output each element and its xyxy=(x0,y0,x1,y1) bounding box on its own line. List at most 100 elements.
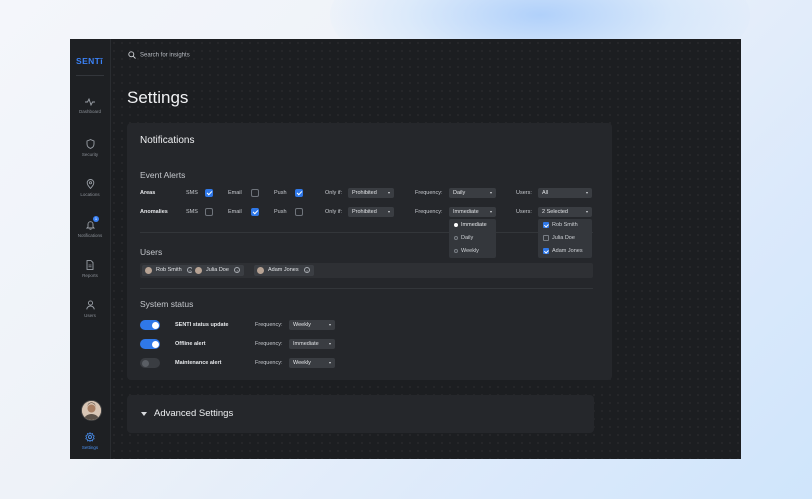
avatar xyxy=(257,267,264,274)
sidebar-item-label: Users xyxy=(84,313,96,318)
status-update-frequency-dropdown[interactable]: Weekly xyxy=(289,320,335,330)
areas-users-dropdown[interactable]: All xyxy=(538,188,592,198)
sidebar-item-security[interactable]: Security xyxy=(70,139,110,157)
frequency-label: Frequency: xyxy=(415,190,443,196)
row-label-areas: Areas xyxy=(140,190,156,196)
anomalies-only-if-dropdown[interactable]: Prohibited xyxy=(348,207,394,217)
card-title: Notifications xyxy=(140,135,195,146)
dropdown-value: 2 Selected xyxy=(542,209,568,215)
notification-badge: 1 xyxy=(93,216,99,222)
sidebar-item-label: Settings xyxy=(81,445,99,450)
chip-label: Adam Jones xyxy=(268,267,299,273)
location-pin-icon xyxy=(86,179,94,189)
only-if-label: Only if: xyxy=(325,190,343,196)
user-avatar[interactable] xyxy=(81,400,102,421)
dropdown-value: Prohibited xyxy=(352,190,377,196)
sidebar-item-label: Reports xyxy=(82,273,98,278)
status-update-toggle[interactable] xyxy=(140,320,160,330)
areas-only-if-dropdown[interactable]: Prohibited xyxy=(348,188,394,198)
sidebar-item-notifications[interactable]: 1 Notifications xyxy=(70,216,110,238)
menu-item-weekly[interactable]: Weekly xyxy=(449,245,496,258)
sidebar-item-dashboard[interactable]: Dashboard xyxy=(70,98,110,114)
anomalies-sms-checkbox[interactable] xyxy=(205,208,213,216)
avatar xyxy=(145,267,152,274)
bell-icon xyxy=(85,221,95,230)
toggle-knob xyxy=(151,321,159,329)
users-chip-bar[interactable]: Rob Smith × Julia Doe × Adam Jones × xyxy=(140,263,593,278)
areas-push-checkbox[interactable] xyxy=(295,189,303,197)
only-if-label: Only if: xyxy=(325,209,343,215)
sidebar-item-label: Dashboard xyxy=(78,109,101,114)
frequency-label: Frequency: xyxy=(255,341,283,347)
menu-item-immediate[interactable]: Immediate xyxy=(449,219,496,232)
maintenance-alert-frequency-dropdown[interactable]: Weekly xyxy=(289,358,335,368)
dropdown-value: Weekly xyxy=(293,360,311,366)
remove-icon[interactable]: × xyxy=(234,266,241,273)
push-label: Push xyxy=(274,190,287,196)
chevron-down-icon xyxy=(586,192,588,194)
remove-icon[interactable]: × xyxy=(304,266,311,273)
sidebar-item-label: Security xyxy=(81,152,99,157)
maintenance-alert-toggle[interactable] xyxy=(140,358,160,368)
logo-divider xyxy=(76,75,104,76)
frequency-menu: Immediate Daily Weekly xyxy=(449,219,496,258)
chevron-down-icon xyxy=(329,362,331,364)
chevron-up-icon xyxy=(586,211,588,213)
chevron-up-icon xyxy=(490,211,492,213)
radio-selected-icon xyxy=(454,222,458,227)
chevron-down-icon xyxy=(141,412,147,416)
gear-icon xyxy=(85,432,95,442)
menu-item-label: Julia Doe xyxy=(552,235,575,241)
chevron-down-icon xyxy=(388,211,390,213)
checkbox-checked-icon xyxy=(543,221,549,228)
system-status-heading: System status xyxy=(140,299,194,309)
menu-item-rob-smith[interactable]: Rob Smith xyxy=(538,219,592,232)
menu-item-daily[interactable]: Daily xyxy=(449,232,496,245)
search-input[interactable]: Search for insights xyxy=(140,53,190,59)
anomalies-frequency-dropdown[interactable]: Immediate xyxy=(449,207,496,217)
user-chip: Julia Doe × xyxy=(192,265,245,276)
sidebar-item-settings[interactable]: Settings xyxy=(70,432,110,450)
divider xyxy=(140,288,593,289)
areas-frequency-dropdown[interactable]: Daily xyxy=(449,188,496,198)
offline-alert-frequency-dropdown[interactable]: Immediate xyxy=(289,339,335,349)
dropdown-value: Weekly xyxy=(293,322,311,328)
checkbox-checked-icon xyxy=(543,247,549,254)
search-icon xyxy=(128,51,136,59)
dropdown-value: Immediate xyxy=(453,209,479,215)
menu-item-julia-doe[interactable]: Julia Doe xyxy=(538,232,592,245)
divider xyxy=(140,232,593,233)
advanced-settings-title: Advanced Settings xyxy=(154,408,234,419)
users-heading: Users xyxy=(140,247,163,257)
user-chip: Rob Smith × xyxy=(142,265,198,276)
logo: SENTī xyxy=(76,56,104,66)
anomalies-users-dropdown[interactable]: 2 Selected xyxy=(538,207,592,217)
radio-icon xyxy=(454,235,458,240)
anomalies-push-checkbox[interactable] xyxy=(295,208,303,216)
menu-item-adam-jones[interactable]: Adam Jones xyxy=(538,245,592,258)
search-bar[interactable]: Search for insights xyxy=(128,51,190,59)
offline-alert-toggle[interactable] xyxy=(140,339,160,349)
sidebar-item-locations[interactable]: Locations xyxy=(70,179,110,197)
advanced-settings-card[interactable]: Advanced Settings xyxy=(127,395,594,433)
sidebar-item-users[interactable]: Users xyxy=(70,300,110,318)
sidebar: SENTī Dashboard Security Locations 1 Not… xyxy=(70,39,111,459)
chevron-down-icon xyxy=(490,192,492,194)
row-label-anomalies: Anomalies xyxy=(140,209,168,215)
areas-email-checkbox[interactable] xyxy=(251,189,259,197)
sidebar-item-reports[interactable]: Reports xyxy=(70,260,110,278)
sms-label: SMS xyxy=(186,190,198,196)
frequency-label: Frequency: xyxy=(255,322,283,328)
menu-item-label: Immediate xyxy=(461,222,487,228)
users-label: Users: xyxy=(516,209,532,215)
frequency-label: Frequency: xyxy=(415,209,443,215)
anomalies-email-checkbox[interactable] xyxy=(251,208,259,216)
event-alerts-heading: Event Alerts xyxy=(140,170,186,180)
radio-icon xyxy=(454,248,458,253)
avatar xyxy=(195,267,202,274)
frequency-label: Frequency: xyxy=(255,360,283,366)
menu-item-label: Daily xyxy=(461,235,474,241)
areas-sms-checkbox[interactable] xyxy=(205,189,213,197)
dropdown-value: Daily xyxy=(453,190,466,196)
users-label: Users: xyxy=(516,190,532,196)
